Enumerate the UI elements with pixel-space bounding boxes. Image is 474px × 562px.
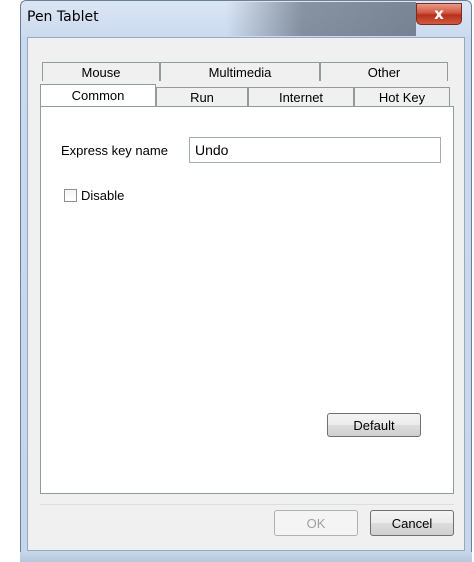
disable-label[interactable]: Disable [81, 188, 124, 203]
tab-hot-key[interactable]: Hot Key [354, 87, 450, 106]
tab-run[interactable]: Run [156, 87, 248, 106]
tab-internet[interactable]: Internet [248, 87, 354, 106]
tab-label: Multimedia [208, 64, 272, 80]
tab-panel-common: Express key name Disable Default [40, 106, 454, 494]
tab-multimedia[interactable]: Multimedia [160, 62, 320, 81]
cancel-button-label: Cancel [391, 515, 433, 531]
express-key-label: Express key name [61, 143, 168, 158]
close-icon: x [434, 5, 444, 23]
tab-label: Run [190, 89, 214, 105]
separator [40, 504, 454, 505]
express-key-name-input[interactable] [189, 137, 441, 163]
disable-checkbox[interactable] [64, 189, 77, 202]
tab-common[interactable]: Common [40, 84, 156, 106]
cancel-button[interactable]: Cancel [370, 510, 454, 536]
window-title: Pen Tablet [27, 9, 99, 25]
ok-button-label: OK [306, 515, 326, 531]
dialog-client: Mouse Multimedia Other Common Run Intern… [27, 37, 465, 551]
tab-label: Other [367, 64, 401, 80]
window-frame: Pen Tablet x Mouse Multimedia Other Comm… [20, 0, 472, 556]
title-bar[interactable]: Pen Tablet x [21, 1, 471, 37]
tab-label: Common [71, 88, 125, 103]
default-button[interactable]: Default [327, 413, 421, 437]
close-button[interactable]: x [416, 3, 462, 25]
window-bottom-edge [20, 552, 472, 562]
tab-label: Hot Key [378, 89, 426, 105]
ok-button[interactable]: OK [274, 510, 358, 536]
tab-other[interactable]: Other [320, 62, 448, 81]
title-bar-shade [226, 2, 416, 36]
tab-mouse[interactable]: Mouse [42, 62, 160, 81]
tab-label: Internet [278, 89, 324, 105]
default-button-label: Default [353, 417, 395, 433]
tab-label: Mouse [81, 64, 121, 80]
